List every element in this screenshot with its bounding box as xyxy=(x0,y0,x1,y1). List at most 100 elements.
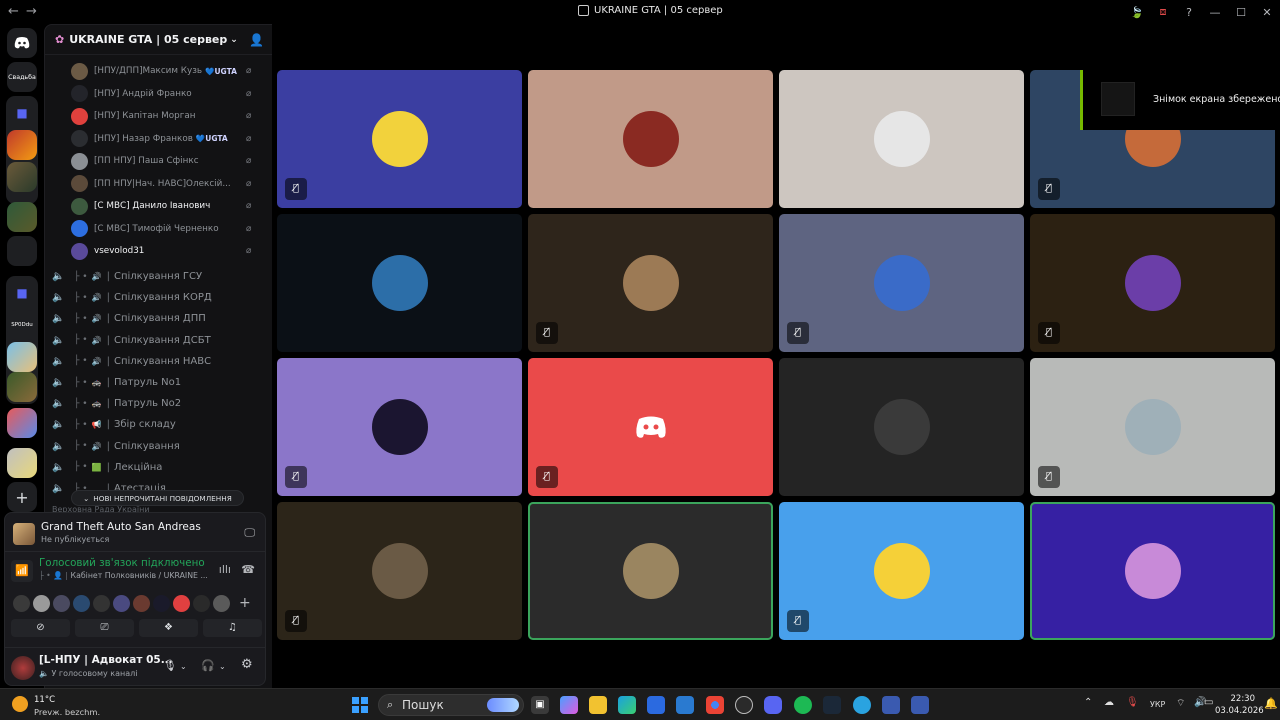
settings-gear-icon[interactable]: ⚙ xyxy=(241,657,253,672)
avatar[interactable] xyxy=(13,594,30,612)
voice-member[interactable]: vsevolod31 ⌀ xyxy=(71,241,266,261)
minimize-button[interactable]: — xyxy=(1202,6,1228,19)
language-indicator[interactable]: УКР xyxy=(1150,700,1165,709)
microphone-icon[interactable]: 🎙 xyxy=(163,659,177,672)
screen-share-icon[interactable]: ⎚ xyxy=(75,619,134,637)
chevron-up-icon[interactable]: ⌃ xyxy=(1084,697,1092,708)
avatar[interactable] xyxy=(213,594,230,612)
avatar[interactable] xyxy=(73,594,90,612)
soundboard-icon[interactable]: ♫ xyxy=(203,619,262,637)
help-icon[interactable]: ? xyxy=(1176,6,1202,19)
avatar[interactable] xyxy=(11,656,35,680)
mail-icon[interactable] xyxy=(676,696,694,714)
voice-channel-path[interactable]: ├ • 👤 | Кабінет Полковників / UKRAINE ..… xyxy=(39,571,208,580)
participant-tile[interactable] xyxy=(779,358,1024,496)
server-icon[interactable] xyxy=(7,130,37,160)
avatar[interactable] xyxy=(153,594,170,612)
avatar[interactable] xyxy=(173,594,190,612)
voice-channel[interactable]: 🔈 ├ • 🔊 | Спілкування ДСБТ xyxy=(52,330,267,351)
participant-tile[interactable]: 🎙̸ xyxy=(277,358,522,496)
wifi-icon[interactable]: ⌔ xyxy=(1176,697,1185,710)
app-icon[interactable] xyxy=(882,696,900,714)
voice-channel[interactable]: 🔈 ├ • 🟩 | Лекційна xyxy=(52,457,267,478)
chrome-icon[interactable] xyxy=(706,696,724,714)
battery-icon[interactable]: ▭ xyxy=(1204,697,1213,708)
participant-tile[interactable] xyxy=(1030,502,1275,640)
voice-member[interactable]: [С МВС] Тимофій Черненко ⌀ xyxy=(71,219,266,239)
voice-channel[interactable]: 🔈 ├ • 🔊 | Спілкування НАВС xyxy=(52,351,267,372)
forward-arrow-icon[interactable]: → xyxy=(26,4,37,19)
maximize-button[interactable]: ☐ xyxy=(1228,6,1254,19)
voice-member[interactable]: [НПУ] Назар Франков 💙UGTA ⌀ xyxy=(71,129,266,149)
server-icon[interactable] xyxy=(7,372,37,402)
participant-tile[interactable]: 🎙̸ xyxy=(779,214,1024,352)
server-icon[interactable] xyxy=(7,408,37,438)
participant-tile[interactable]: 🎙̸ xyxy=(528,358,773,496)
voice-member[interactable]: [ПП НПУ|Нач. НАВС]Олексій... ⌀ xyxy=(71,174,266,194)
copilot-icon[interactable] xyxy=(560,696,578,714)
signal-icon[interactable]: 📶 xyxy=(11,560,33,582)
participant-tile[interactable]: 🎙̸ xyxy=(1030,358,1275,496)
onedrive-icon[interactable]: ☁ xyxy=(1104,697,1114,708)
steam-icon[interactable] xyxy=(823,696,841,714)
back-arrow-icon[interactable]: ← xyxy=(8,4,19,19)
disconnect-icon[interactable]: ☎ xyxy=(241,563,255,576)
server-icon[interactable] xyxy=(7,236,37,266)
voice-channel[interactable]: 🔈 ├ • 🔊 | Спілкування xyxy=(52,436,267,457)
app-icon[interactable] xyxy=(911,696,929,714)
microphone-tray-icon[interactable]: 🎙 xyxy=(1126,697,1139,708)
windows-start-icon[interactable] xyxy=(352,697,368,713)
voice-channel[interactable]: 🔈 ├ • 📢 | Збір складу xyxy=(52,414,267,435)
voice-channel[interactable]: 🔈 ├ • 🔊 | Спілкування ДПП xyxy=(52,308,267,329)
voice-member[interactable]: [С МВС] Данило Іванович ⌀ xyxy=(71,196,266,216)
server-icon[interactable] xyxy=(7,342,37,372)
voice-channel[interactable]: 🔈 ├ • 🔊 | Спілкування КОРД xyxy=(52,287,267,308)
notifications-icon[interactable]: 🔔 xyxy=(1264,697,1278,710)
avatar[interactable] xyxy=(33,594,50,612)
participant-tile[interactable]: 🎙̸ xyxy=(528,214,773,352)
telegram-icon[interactable] xyxy=(853,696,871,714)
chevron-down-icon[interactable]: ⌄ xyxy=(180,662,187,671)
participant-tile[interactable]: 🎙̸ xyxy=(1030,214,1275,352)
close-button[interactable]: ✕ xyxy=(1254,6,1280,19)
voice-channel[interactable]: 🔈 ├ • 🚓 | Патруль No1 xyxy=(52,372,267,393)
username[interactable]: [L-НПУ | Адвокат 05... xyxy=(39,654,173,666)
voice-member[interactable]: [ПП НПУ] Паша Сфінкс ⌀ xyxy=(71,151,266,171)
noise-suppression-icon[interactable]: ıllı xyxy=(219,563,231,576)
voice-member[interactable]: [НПУ] Андрій Франко ⌀ xyxy=(71,84,266,104)
discord-icon[interactable] xyxy=(7,28,37,58)
file-explorer-icon[interactable] xyxy=(589,696,607,714)
new-unread-messages-pill[interactable]: ⌄ НОВІ НЕПРОЧИТАНІ ПОВІДОМЛЕННЯ xyxy=(71,490,244,506)
voice-channel[interactable]: 🔈 ├ • 🚓 | Патруль No2 xyxy=(52,393,267,414)
server-icon[interactable] xyxy=(7,202,37,232)
participant-tile[interactable] xyxy=(277,214,522,352)
store-icon[interactable] xyxy=(647,696,665,714)
folder-icon[interactable]: ■ xyxy=(7,278,37,308)
participant-tile[interactable] xyxy=(528,502,773,640)
avatar[interactable] xyxy=(193,594,210,612)
edge-icon[interactable] xyxy=(618,696,636,714)
task-view-icon[interactable]: ▣ xyxy=(531,696,549,714)
voice-status-title[interactable]: Голосовий зв'язок підключено xyxy=(39,557,205,569)
add-server-icon[interactable]: + xyxy=(7,482,37,512)
avatar[interactable] xyxy=(93,594,110,612)
discord-taskbar-icon[interactable] xyxy=(764,696,782,714)
server-header[interactable]: ✿ UKRAINE GTA | 05 сервер ⌄ 👤 xyxy=(45,25,272,55)
clock[interactable]: 22:30 03.04.2026 xyxy=(1215,693,1264,717)
voice-channel[interactable]: 🔈 ├ • 🔊 | Спілкування ГСУ xyxy=(52,266,267,287)
inbox-icon[interactable]: ⧈ xyxy=(1150,5,1176,19)
chevron-down-icon[interactable]: ⌄ xyxy=(219,662,226,671)
spotify-icon[interactable] xyxy=(794,696,812,714)
avatar[interactable] xyxy=(53,594,70,612)
avatar[interactable] xyxy=(133,594,150,612)
headphones-icon[interactable]: 🎧 xyxy=(201,659,215,672)
add-participant-icon[interactable]: + xyxy=(239,595,251,611)
voice-member[interactable]: [НПУ/ДПП]Максим Кузь 💙UGTA ⌀ xyxy=(71,61,266,81)
folder-icon[interactable]: ■ xyxy=(7,98,37,128)
activities-icon[interactable]: ❖ xyxy=(139,619,198,637)
avatar[interactable] xyxy=(113,594,130,612)
participant-tile[interactable] xyxy=(779,70,1024,208)
invite-people-icon[interactable]: 👤 xyxy=(249,33,264,47)
camera-off-icon[interactable]: ⊘ xyxy=(11,619,70,637)
participant-tile[interactable] xyxy=(528,70,773,208)
